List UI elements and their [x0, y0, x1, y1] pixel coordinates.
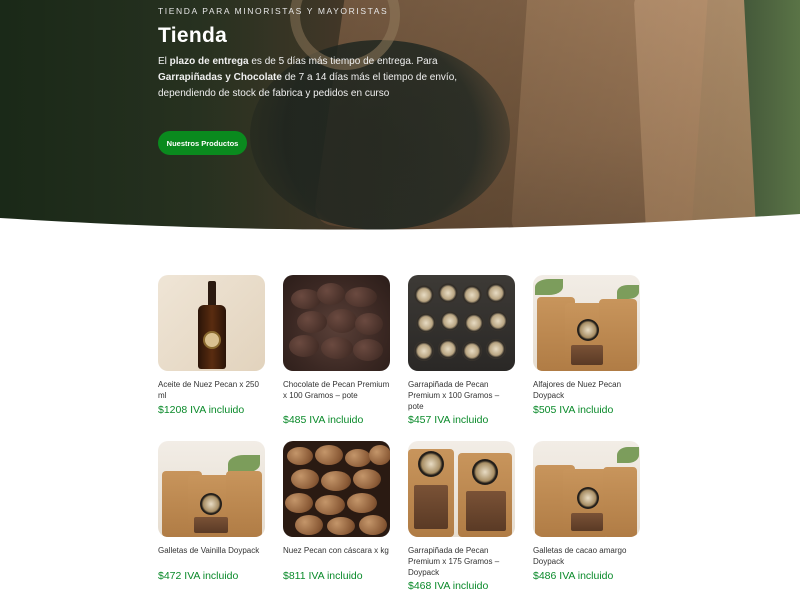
product-name[interactable]: Galletas de cacao amargo Doypack — [533, 545, 640, 568]
product-price: $1208 IVA incluido — [158, 404, 245, 416]
product-price: $505 IVA incluido — [533, 404, 614, 416]
product-grid: Aceite de Nuez Pecan x 250 ml $1208 IVA … — [158, 275, 642, 600]
product-name[interactable]: Alfajores de Nuez Pecan Doypack — [533, 379, 640, 402]
product-image[interactable] — [533, 441, 640, 537]
page-title: Tienda — [158, 24, 228, 47]
product-name[interactable]: Nuez Pecan con cáscara x kg — [283, 545, 390, 568]
product-name[interactable]: Galletas de Vainilla Doypack — [158, 545, 265, 568]
product-name[interactable]: Aceite de Nuez Pecan x 250 ml — [158, 379, 265, 402]
product-image[interactable] — [283, 275, 390, 371]
product-price: $472 IVA incluido — [158, 570, 239, 582]
product-card[interactable]: Garrapiñada de Pecan Premium x 175 Gramo… — [408, 441, 515, 600]
product-image[interactable] — [158, 275, 265, 371]
product-card[interactable]: Galletas de Vainilla Doypack $472 IVA in… — [158, 441, 265, 600]
hero-bottom-curve — [0, 214, 800, 240]
product-card[interactable]: Nuez Pecan con cáscara x kg $811 IVA inc… — [283, 441, 390, 600]
product-price: $811 IVA incluido — [283, 570, 363, 582]
product-card[interactable]: Galletas de cacao amargo Doypack $486 IV… — [533, 441, 640, 600]
product-image[interactable] — [408, 275, 515, 371]
hero-text: TIENDA PARA MINORISTAS Y MAYORISTAS Tien… — [158, 6, 458, 102]
product-name[interactable]: Garrapiñada de Pecan Premium x 175 Gramo… — [408, 545, 515, 578]
product-price: $457 IVA incluido — [408, 414, 489, 426]
hero-kicker: TIENDA PARA MINORISTAS Y MAYORISTAS — [158, 6, 389, 16]
our-products-button[interactable]: Nuestros Productos — [158, 131, 247, 155]
product-image[interactable] — [158, 441, 265, 537]
product-image[interactable] — [408, 441, 515, 537]
product-card[interactable]: Chocolate de Pecan Premium x 100 Gramos … — [283, 275, 390, 441]
hero-banner: TIENDA PARA MINORISTAS Y MAYORISTAS Tien… — [0, 0, 800, 240]
product-card[interactable]: Alfajores de Nuez Pecan Doypack $505 IVA… — [533, 275, 640, 441]
product-name[interactable]: Garrapiñada de Pecan Premium x 100 Gramo… — [408, 379, 515, 412]
product-price: $468 IVA incluido — [408, 580, 489, 592]
product-name[interactable]: Chocolate de Pecan Premium x 100 Gramos … — [283, 379, 390, 412]
product-image[interactable] — [283, 441, 390, 537]
product-price: $486 IVA incluido — [533, 570, 614, 582]
product-card[interactable]: Aceite de Nuez Pecan x 250 ml $1208 IVA … — [158, 275, 265, 441]
product-image[interactable] — [533, 275, 640, 371]
product-card[interactable]: Garrapiñada de Pecan Premium x 100 Gramo… — [408, 275, 515, 441]
hero-description: El plazo de entrega es de 5 días más tie… — [158, 56, 458, 99]
product-price: $485 IVA incluido — [283, 414, 364, 426]
